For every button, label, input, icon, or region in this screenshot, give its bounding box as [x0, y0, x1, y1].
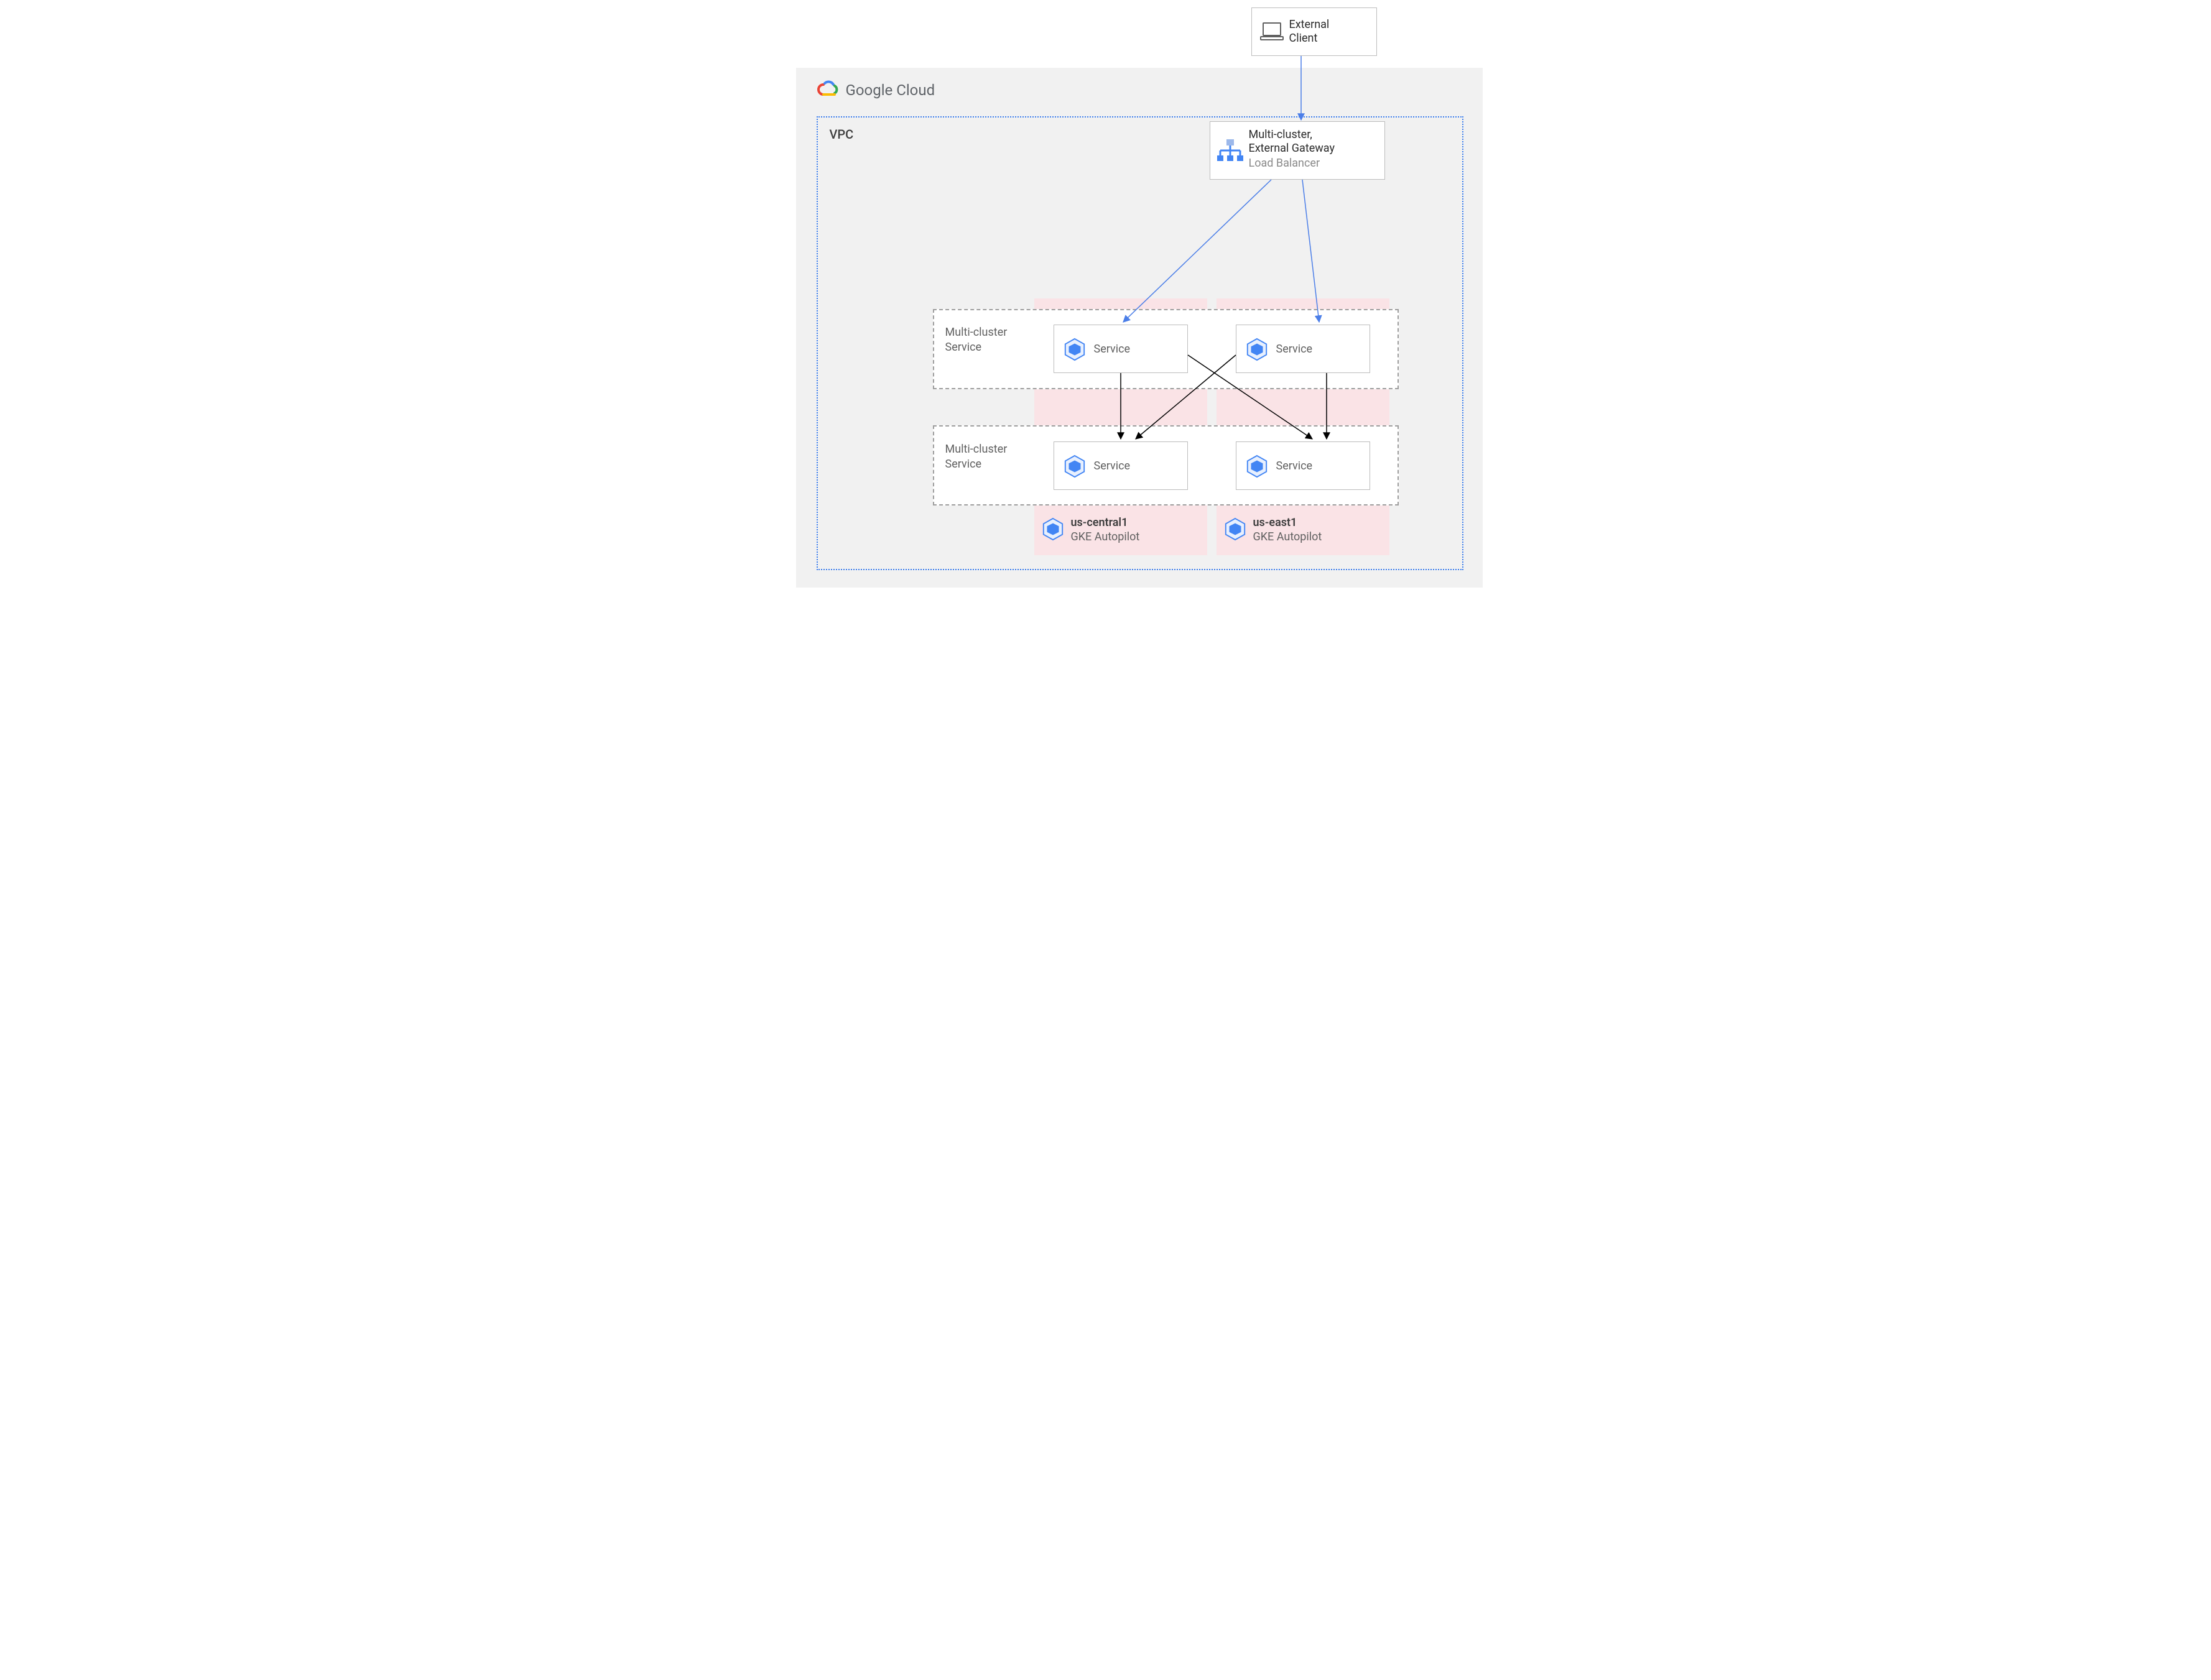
- gke-cluster-icon: [1223, 517, 1247, 543]
- service-label: Service: [1276, 459, 1313, 474]
- gateway-box: Multi-cluster, External Gateway Load Bal…: [1210, 121, 1385, 180]
- gke-cluster-icon: [1041, 517, 1065, 543]
- service-box-central-2: Service: [1054, 441, 1188, 490]
- gke-service-icon: [1245, 455, 1269, 481]
- mcs2-line2: Service: [945, 458, 982, 472]
- service-label: Service: [1094, 459, 1131, 474]
- cluster-east-label: us-east1 GKE Autopilot: [1223, 516, 1322, 544]
- vpc-title: VPC: [830, 127, 854, 142]
- gateway-line2: External Gateway: [1249, 142, 1335, 156]
- gateway-line3: Load Balancer: [1249, 157, 1320, 171]
- service-box-central-1: Service: [1054, 325, 1188, 373]
- service-box-east-2: Service: [1236, 441, 1370, 490]
- gke-service-icon: [1063, 338, 1087, 364]
- external-client-label-2: Client: [1289, 32, 1318, 46]
- gke-service-icon: [1063, 455, 1087, 481]
- mcs1-line2: Service: [945, 341, 982, 355]
- service-label: Service: [1094, 343, 1131, 357]
- service-box-east-1: Service: [1236, 325, 1370, 373]
- google-cloud-brand: Google Cloud: [817, 80, 935, 101]
- laptop-icon: [1259, 21, 1284, 45]
- gke-service-icon: [1245, 338, 1269, 364]
- service-label: Service: [1276, 343, 1313, 357]
- cluster-east-type: GKE Autopilot: [1253, 530, 1322, 545]
- external-client-box: External Client: [1251, 7, 1377, 56]
- external-client-label-1: External: [1289, 18, 1330, 32]
- architecture-diagram: External Client Google Cloud VPC: [713, 0, 1499, 598]
- cluster-central-label: us-central1 GKE Autopilot: [1041, 516, 1140, 544]
- load-balancer-icon: [1217, 138, 1244, 165]
- mcs1-line1: Multi-cluster: [945, 326, 1008, 340]
- gateway-line1: Multi-cluster,: [1249, 128, 1312, 142]
- mcs2-line1: Multi-cluster: [945, 443, 1008, 457]
- cluster-central-name: us-central1: [1071, 516, 1140, 530]
- cluster-east-name: us-east1: [1253, 516, 1322, 530]
- google-cloud-text: Google Cloud: [846, 81, 935, 99]
- google-cloud-logo-icon: [817, 80, 840, 101]
- cluster-central-type: GKE Autopilot: [1071, 530, 1140, 545]
